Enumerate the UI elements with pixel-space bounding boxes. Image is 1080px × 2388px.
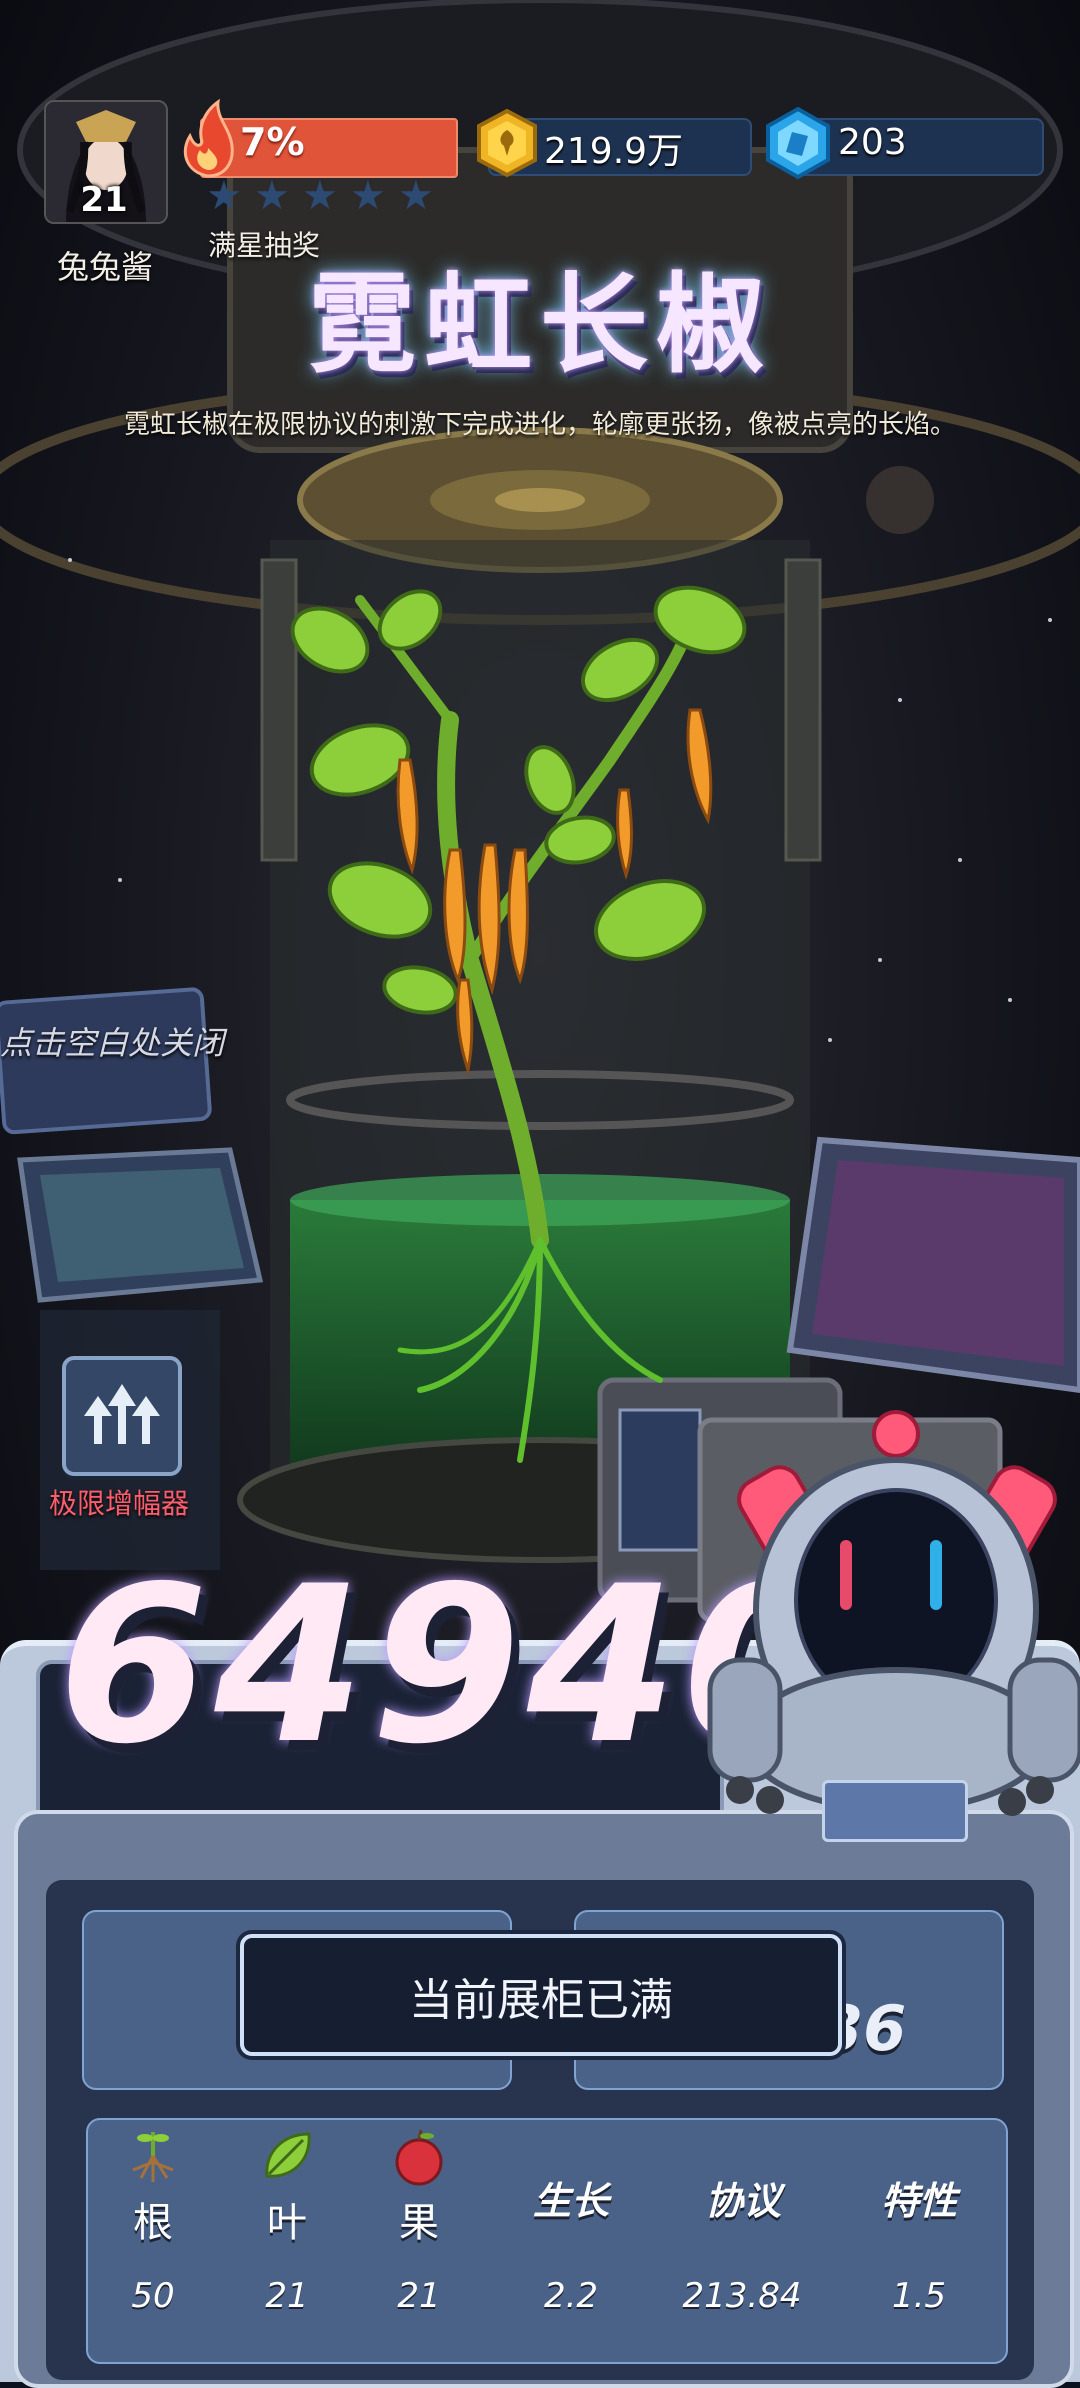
triple-arrow-up-icon	[84, 1384, 160, 1444]
gem-icon	[766, 106, 830, 180]
stat-label: 叶	[267, 2200, 307, 2246]
fire-progress-bar[interactable]	[200, 118, 458, 178]
plant-title: 霓虹长椒	[307, 263, 772, 388]
amplifier-label: 极限增幅器	[48, 1487, 189, 1520]
robot-tag	[822, 1780, 968, 1842]
stat-value-leaf: 21	[265, 2276, 309, 2316]
stat-value-root: 50	[131, 2276, 175, 2316]
coin-amount: 219.9万	[544, 131, 684, 172]
stat-value-fruit: 21	[397, 2276, 441, 2316]
showcase-full-text: 当前展柜已满	[409, 1975, 673, 2026]
stat-root: 根	[88, 2126, 218, 2248]
star-icon: ★	[398, 173, 434, 219]
close-hint[interactable]: 点击空白处关闭	[0, 1018, 224, 1064]
star-rating: ★ ★ ★ ★ ★	[206, 176, 438, 222]
stat-label: 根	[133, 2200, 173, 2246]
star-icon: ★	[350, 173, 386, 219]
stat-label: 协议	[704, 2179, 781, 2223]
stat-leaf: 叶	[222, 2126, 352, 2248]
progress-percent: 7%	[240, 120, 305, 164]
stat-growth: 生长	[506, 2170, 636, 2225]
stat-label: 特性	[880, 2179, 957, 2223]
stat-value-trait: 1.5	[891, 2276, 947, 2316]
stat-label: 生长	[532, 2179, 609, 2223]
apple-icon	[395, 2129, 443, 2186]
stat-fruit: 果	[354, 2126, 484, 2248]
amplifier-button[interactable]	[62, 1356, 182, 1476]
star-icon: ★	[302, 173, 338, 219]
stat-trait: 特性	[854, 2170, 984, 2225]
plant-description: 霓虹长椒在极限协议的刺激下完成进化，轮廓更张扬，像被点亮的长焰。	[123, 410, 956, 440]
stat-protocol: 协议	[678, 2170, 808, 2225]
stat-label: 果	[399, 2200, 439, 2246]
gem-amount: 203	[838, 122, 907, 163]
leaf-icon	[265, 2132, 311, 2178]
fire-icon	[184, 98, 234, 178]
stat-value-growth: 2.2	[543, 2276, 599, 2316]
star-icon: ★	[254, 173, 290, 219]
root-icon	[132, 2132, 174, 2182]
coin-icon	[477, 108, 537, 178]
stat-value-protocol: 213.84	[682, 2276, 802, 2316]
star-icon: ★	[206, 173, 242, 219]
player-level: 21	[80, 180, 128, 220]
